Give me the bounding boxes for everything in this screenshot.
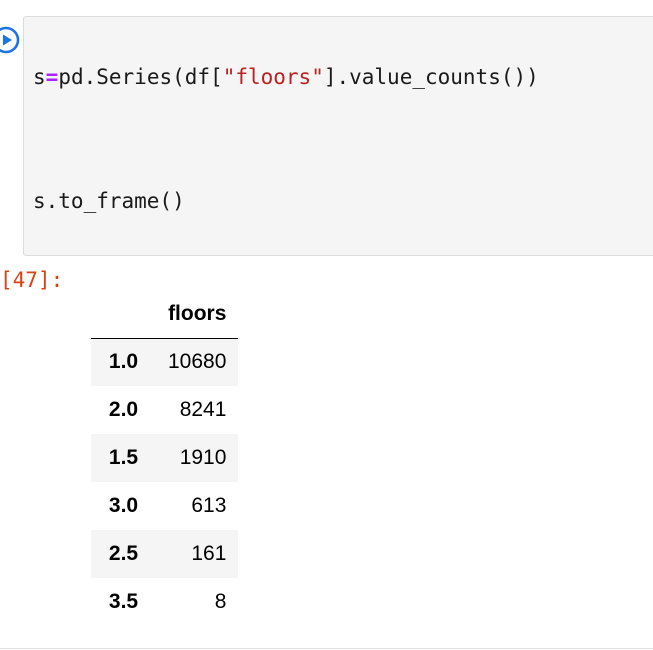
table-row: 1.5 1910 <box>91 434 239 482</box>
row-index: 1.0 <box>108 350 139 374</box>
code-line-2: s.to_frame() <box>33 189 185 213</box>
row-value: 1910 <box>179 446 227 469</box>
index-header <box>91 290 156 339</box>
table-row: 3.0 613 <box>91 482 238 530</box>
row-value: 613 <box>191 494 227 517</box>
column-header-floors: floors <box>156 290 239 339</box>
row-index: 2.5 <box>108 542 139 565</box>
code-variable: s <box>33 65 46 89</box>
code-assign-operator: = <box>45 65 59 89</box>
output-prompt: [47]: <box>0 268 64 292</box>
row-index: 3.0 <box>108 494 139 517</box>
run-cell-button[interactable] <box>0 26 20 54</box>
dataframe-output: floors 1.0 10680 2.0 8241 1.5 1910 3.0 6… <box>91 290 239 626</box>
code-call-end: ].value_counts()) <box>323 65 539 89</box>
row-index: 3.5 <box>108 590 139 613</box>
table-row: 2.0 8241 <box>91 386 238 434</box>
table-row: 2.5 161 <box>91 530 239 578</box>
table-row: 1.0 10680 <box>91 338 239 386</box>
table-header-row: floors <box>91 290 239 339</box>
row-value: 161 <box>191 542 227 565</box>
row-index: 2.0 <box>108 398 139 421</box>
play-circle-icon <box>0 26 20 54</box>
notebook-view: s=pd.Series(df["floors"].value_counts())… <box>0 0 653 650</box>
row-value: 10680 <box>168 350 227 374</box>
code-cell[interactable]: s=pd.Series(df["floors"].value_counts())… <box>23 16 653 256</box>
code-call-start: pd.Series(df[ <box>58 65 223 89</box>
cell-divider <box>0 648 653 649</box>
row-value: 8241 <box>179 398 227 421</box>
code-string: "floors" <box>222 65 324 89</box>
code-line-1: s=pd.Series(df["floors"].value_counts()) <box>33 67 539 88</box>
table-row: 3.5 8 <box>91 578 238 626</box>
row-value: 8 <box>214 590 227 613</box>
row-index: 1.5 <box>108 446 139 469</box>
